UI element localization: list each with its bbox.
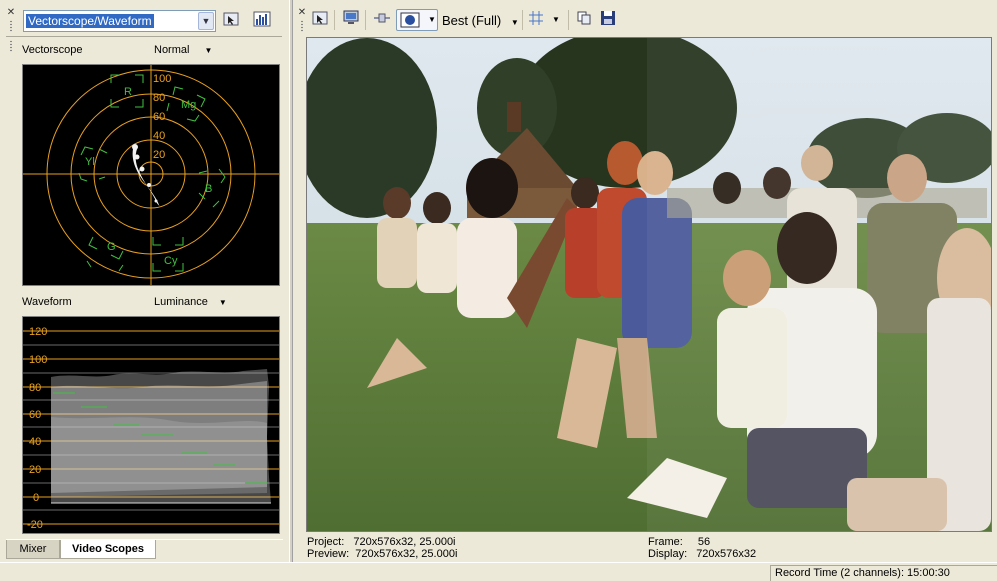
- display-info: Display: 720x576x32: [648, 548, 756, 560]
- grid-icon[interactable]: [526, 10, 546, 30]
- video-frame-image: [307, 38, 991, 531]
- project-info: Project: 720x576x32, 25.000i: [307, 536, 456, 548]
- grip-handle-icon[interactable]: [300, 20, 304, 32]
- close-icon[interactable]: ✕: [6, 8, 16, 18]
- scale-label-20: 20: [29, 464, 41, 476]
- scale-label-60: 60: [29, 409, 41, 421]
- display-info-value: 720x576x32: [696, 548, 757, 560]
- target-label-b: B: [205, 183, 212, 195]
- vectorscope-display: 100 80 60 40 20 R Mg B Cy G Yl: [22, 64, 280, 286]
- vectorscope-mode-value: Normal: [154, 44, 190, 56]
- save-snapshot-icon[interactable]: [598, 10, 618, 30]
- scale-label-80: 80: [29, 382, 41, 394]
- preview-quality-value: Best (Full): [442, 13, 502, 28]
- video-preview-frame[interactable]: [306, 37, 992, 532]
- scale-label-40: 40: [29, 436, 41, 448]
- copy-snapshot-icon[interactable]: [574, 10, 594, 30]
- preview-info-value: 720x576x32, 25.000i: [355, 548, 458, 560]
- frame-info-value: 56: [697, 536, 711, 548]
- tab-video-scopes[interactable]: Video Scopes: [60, 540, 156, 559]
- preview-properties-icon[interactable]: [310, 10, 330, 30]
- waveform-mode-dropdown[interactable]: Luminance ▼: [154, 296, 227, 308]
- tab-mixer[interactable]: Mixer: [6, 540, 60, 559]
- target-label-cy: Cy: [164, 255, 178, 267]
- preview-info: Preview: 720x576x32, 25.000i: [307, 548, 457, 560]
- scale-label-100: 100: [29, 354, 47, 366]
- caret-down-icon: ▼: [428, 15, 436, 24]
- waveform-display: 120 100 80 60 40 20 0 -20: [22, 316, 280, 534]
- scope-type-select[interactable]: Vectorscope/Waveform ▼: [23, 10, 216, 32]
- waveform-mode-value: Luminance: [154, 296, 208, 308]
- target-label-mg: Mg: [181, 99, 196, 111]
- preview-quality-dropdown[interactable]: Best (Full) ▼: [442, 13, 519, 28]
- waveform-label: Waveform: [22, 296, 72, 308]
- external-monitor-icon[interactable]: [341, 10, 361, 30]
- record-time-readout: Record Time (2 channels): 15:00:30: [770, 565, 997, 581]
- ring-label-80: 80: [153, 92, 165, 104]
- target-label-g: G: [107, 241, 116, 253]
- ring-label-100: 100: [153, 73, 171, 85]
- scope-type-value: Vectorscope/Waveform: [26, 14, 154, 28]
- ring-label-20: 20: [153, 149, 165, 161]
- scale-label-0: 0: [33, 492, 39, 504]
- split-screen-icon[interactable]: [372, 10, 392, 30]
- frame-info: Frame: 56: [648, 536, 710, 548]
- chevron-down-icon[interactable]: ▼: [198, 12, 214, 30]
- window-tabs: Mixer Video Scopes: [6, 539, 283, 559]
- status-bar: Record Time (2 channels): 15:00:30: [0, 562, 997, 581]
- preview-info-label: Preview:: [307, 548, 350, 560]
- video-scopes-panel: ✕ Vectorscope/Waveform ▼ Vectorscope Nor…: [0, 0, 289, 562]
- target-label-yl: Yl: [85, 156, 95, 168]
- project-info-value: 720x576x32, 25.000i: [353, 536, 456, 548]
- overlay-icon: [400, 12, 420, 28]
- histogram-icon[interactable]: [252, 11, 272, 31]
- select-cursor-icon[interactable]: [221, 11, 241, 31]
- grip-handle-icon[interactable]: [9, 20, 13, 32]
- target-label-r: R: [124, 86, 132, 98]
- waveform-trace: [51, 369, 271, 504]
- ring-label-40: 40: [153, 130, 165, 142]
- display-info-label: Display:: [648, 548, 688, 560]
- frame-info-label: Frame:: [648, 536, 683, 548]
- caret-down-icon: ▼: [204, 46, 213, 55]
- waveform-graticule: 120 100 80 60 40 20 0 -20: [23, 326, 279, 531]
- close-icon[interactable]: ✕: [297, 8, 307, 18]
- scale-label-120: 120: [29, 326, 47, 338]
- project-info-label: Project:: [307, 536, 345, 548]
- grip-handle-icon[interactable]: [9, 40, 13, 52]
- ring-label-60: 60: [153, 111, 165, 123]
- vectorscope-mode-dropdown[interactable]: Normal ▼: [154, 44, 212, 56]
- caret-down-icon: ▼: [510, 18, 519, 27]
- caret-down-icon[interactable]: ▼: [552, 15, 560, 24]
- overlays-dropdown[interactable]: ▼: [396, 9, 438, 31]
- scale-label-minus-20: -20: [27, 519, 43, 531]
- vectorscope-graticule: 100 80 60 40 20 R Mg B Cy G Yl: [23, 65, 279, 285]
- caret-down-icon: ▼: [218, 298, 227, 307]
- vectorscope-label: Vectorscope: [22, 44, 83, 56]
